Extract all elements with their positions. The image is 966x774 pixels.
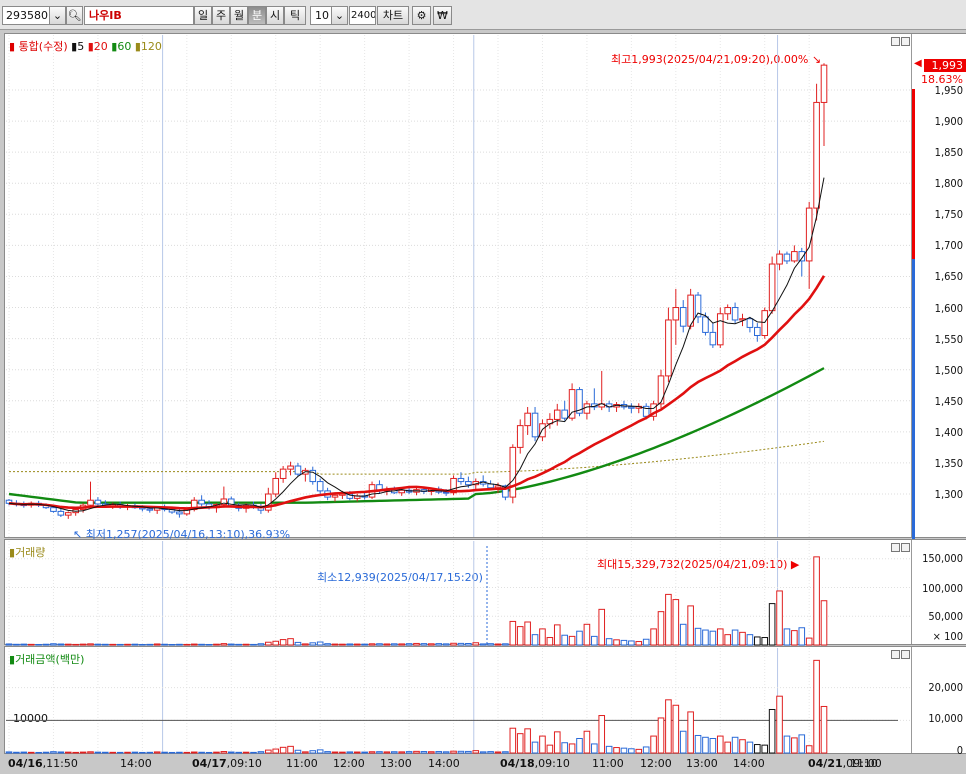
interval-select[interactable]: 10 [310,6,332,25]
amount-pane-title: 거래금액(백만) [15,653,85,666]
price-tick: 1,700 [934,239,963,253]
x-tick-label: 11:00 [850,757,882,770]
period-day-button[interactable]: 일 [194,6,212,25]
x-tick-label: 14:00 [120,757,152,770]
volume-tick: 150,000 [922,552,963,565]
amount-tick: 0 [956,744,963,757]
amount-y-axis: 20,000 10,000 0 [911,647,966,757]
legend-ma5: ▮5 [71,40,85,53]
amount-tick: 10,000 [928,712,963,725]
period-week-button[interactable]: 주 [212,6,230,25]
count-input[interactable]: 2400 [349,6,376,25]
legend-ma20: ▮20 [87,40,108,53]
current-price-arrow-icon: ◀ [914,58,922,69]
settings-gear-icon[interactable]: ⚙ [412,6,431,25]
price-pane-title: 통합(수정) [18,40,68,53]
won-currency-icon[interactable]: ₩ [433,6,452,25]
x-tick-label: 04/16,11:50 [8,757,78,770]
period-hour-button[interactable]: 시 [266,6,284,25]
chart-button[interactable]: 차트 [377,6,409,25]
search-icon[interactable]: 🔍︎ [66,6,83,25]
price-tick: 1,350 [934,456,963,470]
volume-pane: ▮거래량 150,000 100,000 50,000 × 100 최대15,3… [4,539,966,645]
price-tick: 1,850 [934,146,963,160]
volume-tick: 100,000 [922,582,963,595]
price-tick: 1,500 [934,363,963,377]
x-tick-label: 11:00 [286,757,318,770]
volume-pane-close-icon[interactable] [901,543,910,552]
period-minute-button[interactable]: 분 [248,6,266,25]
volume-pane-title-wrap: ▮거래량 [9,546,46,559]
price-tick: 1,750 [934,208,963,222]
x-tick-label: 04/18,09:10 [500,757,570,770]
amount-ref-label: 10000 [13,712,48,725]
x-tick-label: 04/17,09:10 [192,757,262,770]
amount-pane-close-icon[interactable] [901,650,910,659]
x-tick-label: 13:00 [380,757,412,770]
stock-name-field[interactable]: 나우IB [84,6,194,25]
volume-unit: × 100 [932,630,963,643]
toolbar: 293580 ⌄ 🔍︎ 나우IB 일 주 월 분 시 틱 10 ⌄ 2400 차… [0,0,966,30]
up-volume-bar [912,89,915,259]
amount-pane-title-wrap: ▮거래금액(백만) [9,653,85,666]
pane-minimize-icon[interactable] [891,37,900,46]
code-dropdown-icon[interactable]: ⌄ [49,6,66,25]
amount-pane-minimize-icon[interactable] [891,650,900,659]
volume-y-axis: 150,000 100,000 50,000 × 100 [911,540,966,644]
x-tick-label: 14:00 [428,757,460,770]
price-tick: 1,600 [934,301,963,315]
price-pane: ▮ 통합(수정) ▮5 ▮20 ▮60 ▮120 1,950 1,900 1,850… [4,33,966,541]
price-tick: 1,400 [934,425,963,439]
amount-pane: ▮거래금액(백만) 20,000 10,000 0 10000 [4,646,966,757]
period-month-button[interactable]: 월 [230,6,248,25]
min-volume-note: 최소12,939(2025/04/17,15:20) [317,571,483,584]
volume-pane-title: 거래량 [15,546,46,559]
price-pane-legend: ▮ 통합(수정) ▮5 ▮20 ▮60 ▮120 [9,38,162,54]
change-percent: 18.63% [921,73,963,86]
x-tick-label: 11:00 [592,757,624,770]
period-tick-button[interactable]: 틱 [284,6,306,25]
max-volume-note: 최대15,329,732(2025/04/21,09:10) ▶ [597,558,800,571]
volume-pane-minimize-icon[interactable] [891,543,900,552]
x-tick-label: 12:00 [640,757,672,770]
price-tick: 1,450 [934,394,963,408]
price-tick: 1,550 [934,332,963,346]
stock-code-input[interactable]: 293580 [2,6,52,25]
price-tick: 1,800 [934,177,963,191]
interval-dropdown-icon[interactable]: ⌄ [331,6,348,25]
max-price-note: 최고1,993(2025/04/21,09:20),0.00% ↘ [611,53,822,66]
price-tick: 1,300 [934,488,963,501]
price-y-axis: 1,950 1,900 1,850 1,800 1,750 1,700 1,650 1,600… [911,34,966,539]
legend-ma120: ▮120 [134,40,162,53]
price-tick: 1,900 [934,115,963,129]
down-volume-bar [912,259,915,539]
pane-close-icon[interactable] [901,37,910,46]
x-tick-label: 12:00 [333,757,365,770]
x-tick-label: 13:00 [686,757,718,770]
legend-ma60: ▮60 [111,40,132,53]
x-tick-label: 14:00 [733,757,765,770]
legend-marker-icon: ▮ [9,40,16,53]
amount-tick: 20,000 [928,681,963,694]
volume-tick: 50,000 [928,610,963,623]
current-price-badge: 1,993 [924,59,966,72]
price-tick: 1,650 [934,270,963,284]
